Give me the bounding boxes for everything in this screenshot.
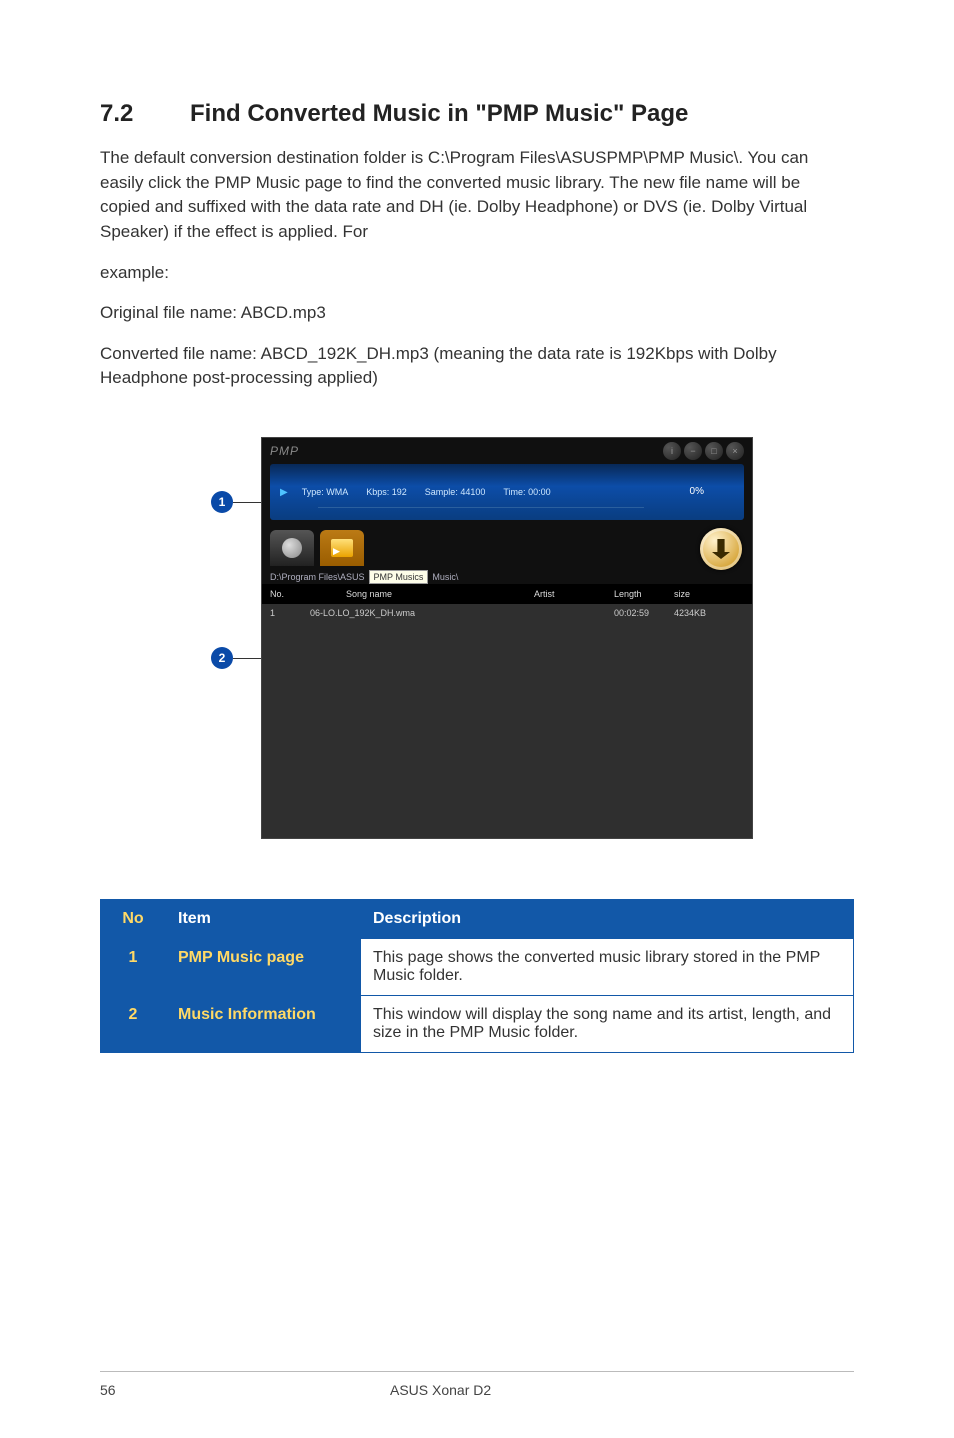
callouts-column: 1 2: [201, 437, 261, 839]
tab-row: [262, 520, 752, 566]
section-heading: 7.2Find Converted Music in "PMP Music" P…: [100, 100, 854, 128]
player-kbps: Kbps: 192: [366, 487, 407, 497]
callout-1: 1: [211, 491, 233, 513]
cell-artist: [534, 608, 614, 618]
td-item-1: PMP Music page: [166, 939, 361, 996]
path-row: D:\Program Files\ASUS PMP MusicsMusic\: [262, 566, 752, 584]
col-header-size: size: [674, 589, 744, 599]
body-paragraph-1: The default conversion destination folde…: [100, 146, 854, 245]
maximize-icon[interactable]: □: [705, 442, 723, 460]
window-controls: i − □ ×: [663, 442, 744, 460]
callout-2-line: [233, 658, 261, 659]
col-header-no: No.: [270, 589, 306, 599]
body-paragraph-3: Converted file name: ABCD_192K_DH.mp3 (m…: [100, 342, 854, 391]
cell-no: 1: [270, 608, 306, 618]
cell-song: 06-LO.LO_192K_DH.wma: [306, 608, 534, 618]
cell-length: 00:02:59: [614, 608, 674, 618]
spacer: [100, 1053, 854, 1371]
callout-1-line: [233, 502, 261, 503]
list-row[interactable]: 1 06-LO.LO_192K_DH.wma 00:02:59 4234KB: [262, 604, 752, 622]
close-icon[interactable]: ×: [726, 442, 744, 460]
info-icon[interactable]: i: [663, 442, 681, 460]
section-title-text: Find Converted Music in "PMP Music" Page: [190, 100, 688, 127]
player-area: ▶ Type: WMA Kbps: 192 Sample: 44100 Time…: [270, 464, 744, 520]
col-header-artist: Artist: [534, 589, 614, 599]
body-paragraph-2: Original file name: ABCD.mp3: [100, 301, 854, 326]
th-item: Item: [166, 900, 361, 939]
disc-icon: [282, 538, 302, 558]
progress-percent: 0%: [690, 486, 704, 497]
convert-icon: [712, 539, 730, 559]
col-header-length: Length: [614, 589, 674, 599]
list-body: 1 06-LO.LO_192K_DH.wma 00:02:59 4234KB: [262, 604, 752, 838]
path-suffix: Music\: [432, 572, 458, 582]
cell-size: 4234KB: [674, 608, 744, 618]
page-number: 56: [100, 1382, 220, 1398]
progress-track[interactable]: [318, 507, 644, 508]
tab-default[interactable]: [270, 530, 314, 566]
td-no-1: 1: [101, 939, 166, 996]
footer-title: ASUS Xonar D2: [220, 1382, 854, 1398]
player-time: Time: 00:00: [503, 487, 550, 497]
table-row: 1 PMP Music page This page shows the con…: [101, 939, 854, 996]
player-info: Type: WMA Kbps: 192 Sample: 44100 Time: …: [302, 487, 734, 497]
callout-2: 2: [211, 647, 233, 669]
table-row: 2 Music Information This window will dis…: [101, 996, 854, 1053]
screenshot-wrap: 1 2 PMP i − □ × ▶ Type: WMA Kbps: 192: [100, 437, 854, 839]
minimize-icon[interactable]: −: [684, 442, 702, 460]
td-desc-1: This page shows the converted music libr…: [361, 939, 854, 996]
folder-music-icon: [331, 539, 353, 557]
th-no: No: [101, 900, 166, 939]
section-number: 7.2: [100, 100, 190, 128]
th-description: Description: [361, 900, 854, 939]
tab-pmp-music[interactable]: [320, 530, 364, 566]
footer-divider: [100, 1371, 854, 1372]
footer: 56 ASUS Xonar D2: [100, 1382, 854, 1398]
table-header-row: No Item Description: [101, 900, 854, 939]
col-header-song: Song name: [306, 589, 534, 599]
player-type: Type: WMA: [302, 487, 349, 497]
path-prefix: D:\Program Files\ASUS: [270, 572, 365, 582]
page: 7.2Find Converted Music in "PMP Music" P…: [0, 0, 954, 1438]
app-titlebar: PMP i − □ ×: [262, 438, 752, 464]
app-title: PMP: [270, 444, 299, 458]
description-table: No Item Description 1 PMP Music page Thi…: [100, 899, 854, 1053]
player-sample: Sample: 44100: [425, 487, 486, 497]
pmp-app-window: PMP i − □ × ▶ Type: WMA Kbps: 192 Sample…: [261, 437, 753, 839]
convert-button[interactable]: [700, 528, 742, 570]
td-no-2: 2: [101, 996, 166, 1053]
td-item-2: Music Information: [166, 996, 361, 1053]
body-paragraph-1b: example:: [100, 261, 854, 286]
td-desc-2: This window will display the song name a…: [361, 996, 854, 1053]
path-tooltip: PMP Musics: [369, 570, 429, 584]
list-header: No. Song name Artist Length size: [262, 584, 752, 604]
play-icon[interactable]: ▶: [280, 487, 288, 498]
